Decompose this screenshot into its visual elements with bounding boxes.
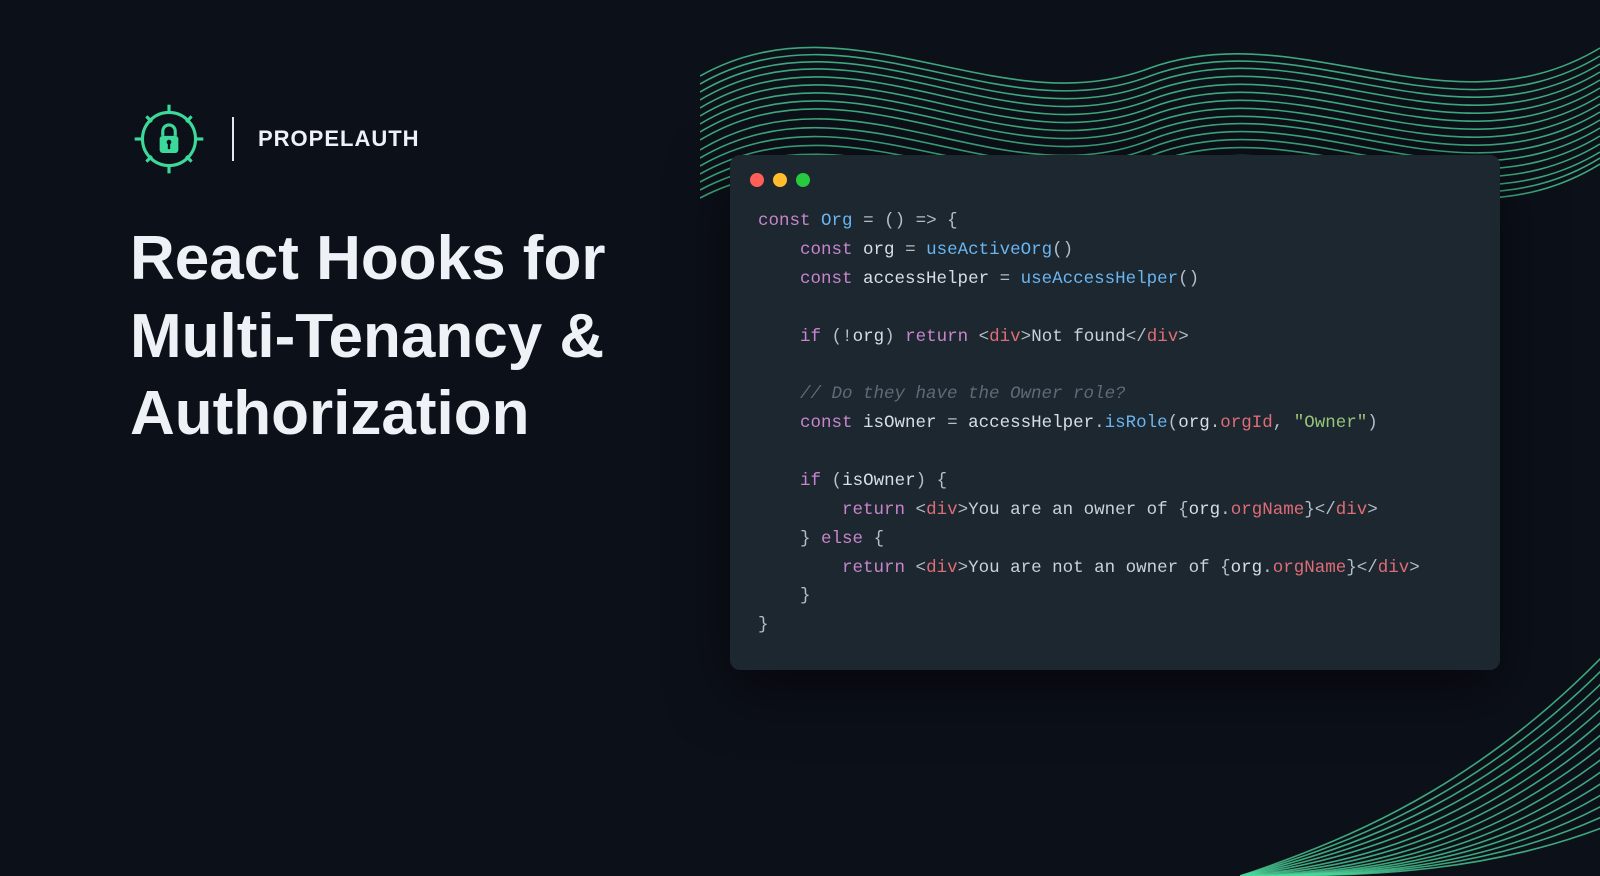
code-token: Not found	[1031, 327, 1126, 347]
code-token: orgName	[1231, 500, 1305, 520]
code-token: useAccessHelper	[1021, 269, 1179, 289]
close-icon	[750, 173, 764, 187]
code-token: org	[1178, 413, 1210, 433]
code-token: isRole	[1105, 413, 1168, 433]
code-token: orgId	[1220, 413, 1273, 433]
code-token: accessHelper	[863, 269, 989, 289]
code-token: isOwner	[842, 471, 916, 491]
page-title: React Hooks for Multi-Tenancy & Authoriz…	[130, 220, 605, 453]
brand-text: PROPELAUTH	[258, 126, 420, 152]
brand-row: PROPELAUTH	[130, 100, 420, 178]
code-token: useActiveOrg	[926, 240, 1052, 260]
minimize-icon	[773, 173, 787, 187]
code-token: "Owner"	[1294, 413, 1368, 433]
code-token: You are not an owner of	[968, 558, 1220, 578]
code-token: isOwner	[863, 413, 937, 433]
code-token: You are an owner of	[968, 500, 1178, 520]
code-token: org	[1231, 558, 1263, 578]
code-token: Org	[821, 211, 853, 231]
code-token: orgName	[1273, 558, 1347, 578]
code-token: org	[1189, 500, 1221, 520]
maximize-icon	[796, 173, 810, 187]
brand-divider	[232, 117, 234, 161]
code-window: const Org = () => { const org = useActiv…	[730, 155, 1500, 670]
code-comment: // Do they have the Owner role?	[800, 384, 1126, 404]
code-token: org	[863, 240, 895, 260]
code-block: const Org = () => { const org = useActiv…	[730, 195, 1500, 640]
propelauth-logo-icon	[130, 100, 208, 178]
code-token: accessHelper	[968, 413, 1094, 433]
code-token: org	[853, 327, 885, 347]
window-traffic-lights	[730, 155, 1500, 195]
